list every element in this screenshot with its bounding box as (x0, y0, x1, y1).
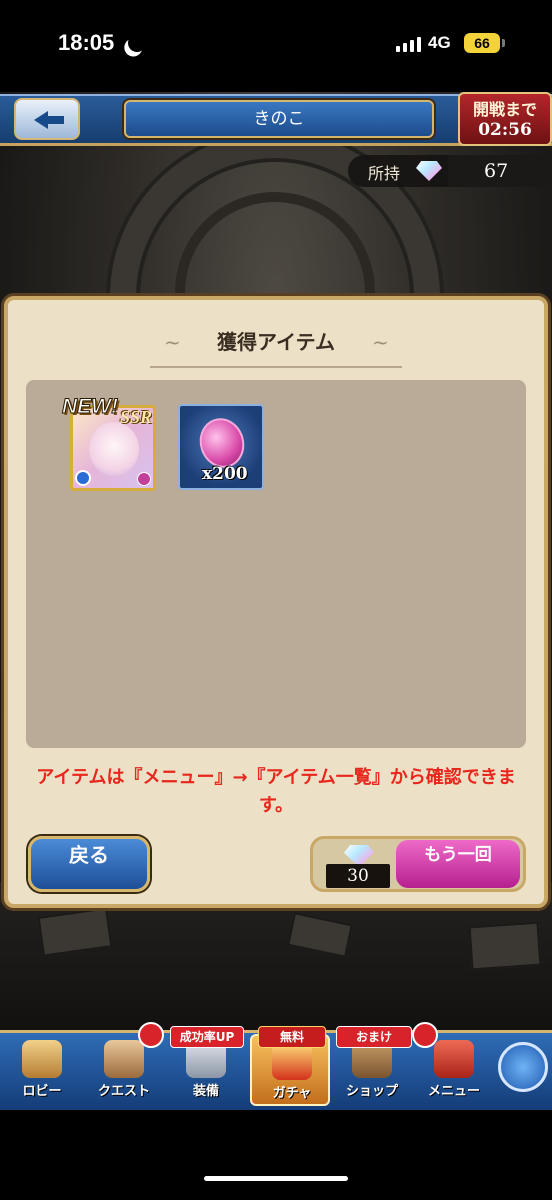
rank-icon (137, 472, 151, 486)
character-portrait (89, 422, 139, 476)
flourish-right-icon: ~ (372, 330, 389, 354)
signal-icon (396, 36, 421, 52)
status-time: 18:05 (58, 30, 115, 55)
home-bar-zone (0, 1110, 552, 1200)
refresh-icon[interactable] (498, 1042, 548, 1092)
nav-label: クエスト (97, 1084, 150, 1099)
equip-tag: 成功率UP (170, 1026, 244, 1048)
rarity-badge: SSR (120, 407, 153, 427)
network-label: 4G (428, 33, 451, 52)
page-title: きのこ (124, 100, 434, 138)
again-cost: 30 (326, 864, 390, 888)
notice-text: アイテムは『メニュー』→『アイテム一覧』から確認できます。 (36, 767, 516, 816)
nav-label: ショップ (345, 1084, 398, 1099)
nav-label: 装備 (192, 1084, 219, 1099)
timer-value: 02:56 (478, 120, 532, 140)
rubble-stone (468, 921, 542, 971)
gacha-free-tag: 無料 (258, 1026, 326, 1048)
nav-label: ガチャ (272, 1086, 312, 1101)
owned-label: 所持 (368, 164, 401, 183)
item-coin-card[interactable]: x200 (178, 404, 264, 490)
battery-tip (502, 39, 505, 47)
menu-gate-icon (434, 1040, 474, 1078)
smiley-badge-icon (138, 1022, 164, 1048)
title-divider (150, 366, 402, 368)
timer-label: 開戦まで (472, 100, 537, 119)
scroll-icon (104, 1040, 144, 1078)
return-button[interactable]: 戻る (28, 836, 150, 892)
nav-label: メニュー (427, 1084, 480, 1099)
coin-quantity: x200 (202, 464, 248, 484)
castle-icon (22, 1040, 62, 1078)
shop-bonus-tag: おまけ (336, 1026, 412, 1048)
back-button[interactable] (14, 98, 80, 140)
element-icon (75, 470, 91, 486)
battle-timer: 開戦まで 02:56 (458, 92, 552, 146)
battery-icon: 66 (464, 33, 500, 53)
nav-label: ロビー (22, 1084, 62, 1099)
again-button[interactable]: もう一回 (396, 840, 520, 888)
back-arrow-tail (46, 116, 64, 124)
owned-count: 67 (484, 160, 509, 182)
panel-title: 獲得アイテム (217, 330, 335, 354)
smiley-badge-icon (412, 1022, 438, 1048)
home-indicator[interactable] (204, 1176, 348, 1181)
new-badge: NEW! (62, 395, 119, 419)
nav-lobby[interactable]: ロビー (2, 1034, 82, 1106)
